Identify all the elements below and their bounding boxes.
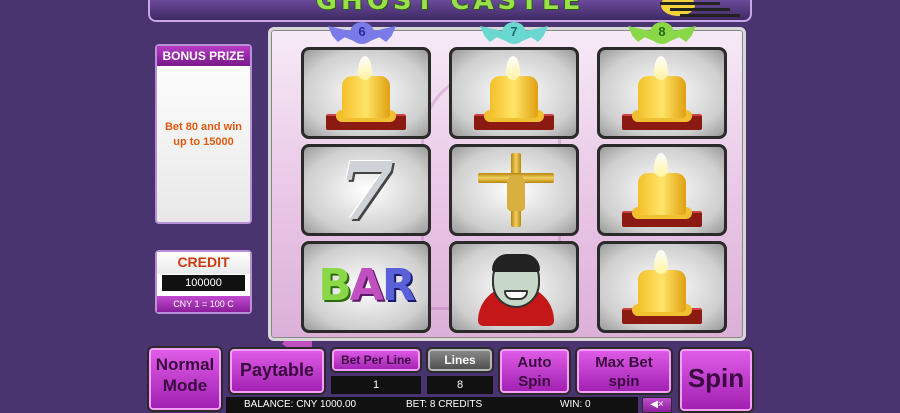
bet-per-line-value: 1 [331,376,421,394]
bat-line-number: 6 [358,24,366,39]
bar-letter: R [381,260,416,311]
flame-icon [654,153,668,177]
normal-mode-button[interactable]: Normal Mode [147,346,223,412]
bat-line-1: 6 [328,22,396,44]
crucifix-figure [507,175,525,211]
title-banner: GHOST CASTLE [148,0,752,22]
candle-body [638,76,686,118]
candle-body [490,76,538,118]
candle-body [342,76,390,118]
flame-icon [654,56,668,80]
candle-symbol [597,144,727,236]
credit-heading: CREDIT [157,252,250,274]
crucifix-symbol [449,144,579,236]
bat-line-number: 8 [658,24,666,39]
credit-value: 100000 [162,275,245,291]
bar-letter: A [349,260,384,311]
lines-button[interactable]: Lines [426,347,494,373]
candle-body [638,270,686,312]
speaker-muted-icon: ◀× [650,399,664,410]
vampire-fangs [504,290,528,300]
candle-body [638,173,686,215]
credit-rate: CNY 1 = 100 C [157,296,250,312]
win-text: WIN: 0 [560,399,591,410]
tree-icon [660,2,720,5]
bonus-prize-heading: BONUS PRIZE [157,46,250,66]
vampire-hair [492,254,540,272]
bonus-prize-panel: BONUS PRIZE Bet 80 and win up to 15000 [155,44,252,224]
mute-button[interactable]: ◀× [642,397,672,413]
credit-panel: CREDIT 100000 CNY 1 = 100 C [155,250,252,314]
auto-spin-label-line2: Spin [518,373,551,390]
bar-letter: B [318,260,352,311]
bar-symbol: BAR [301,241,431,333]
normal-mode-label-line2: Mode [162,376,208,395]
lines-value: 8 [427,376,493,394]
bat-line-2: 7 [480,22,548,44]
bat-line-3: 8 [628,22,696,44]
candle-symbol [597,241,727,333]
max-bet-spin-button[interactable]: Max Bet spin [575,347,673,395]
bet-text: BET: 8 CREDITS [406,399,483,410]
max-bet-label-line1: Max Bet [595,354,653,371]
auto-spin-button[interactable]: Auto Spin [498,347,571,395]
flame-icon [506,56,520,80]
seven-symbol: 7 [301,144,431,236]
spin-button[interactable]: Spin [678,347,754,413]
status-bar: BALANCE: CNY 1000.00 BET: 8 CREDITS WIN:… [226,397,638,413]
bar-symbol-text: BAR [304,258,428,314]
candle-symbol [301,47,431,139]
auto-spin-label-line1: Auto [517,354,552,371]
balance-text: BALANCE: CNY 1000.00 [244,399,357,410]
bat-line-number: 7 [510,24,518,39]
normal-mode-label-line1: Normal [155,355,215,374]
bonus-prize-text: Bet 80 and win up to 15000 [164,121,243,148]
candle-symbol [597,47,727,139]
flame-icon [358,56,372,80]
max-bet-label-line2: spin [608,373,640,390]
paytable-button[interactable]: Paytable [228,347,326,395]
bet-per-line-button[interactable]: Bet Per Line [330,347,422,373]
vampire-symbol [449,241,579,333]
flame-icon [654,250,668,274]
seven-symbol-text: 7 [338,144,394,236]
candle-symbol [449,47,579,139]
